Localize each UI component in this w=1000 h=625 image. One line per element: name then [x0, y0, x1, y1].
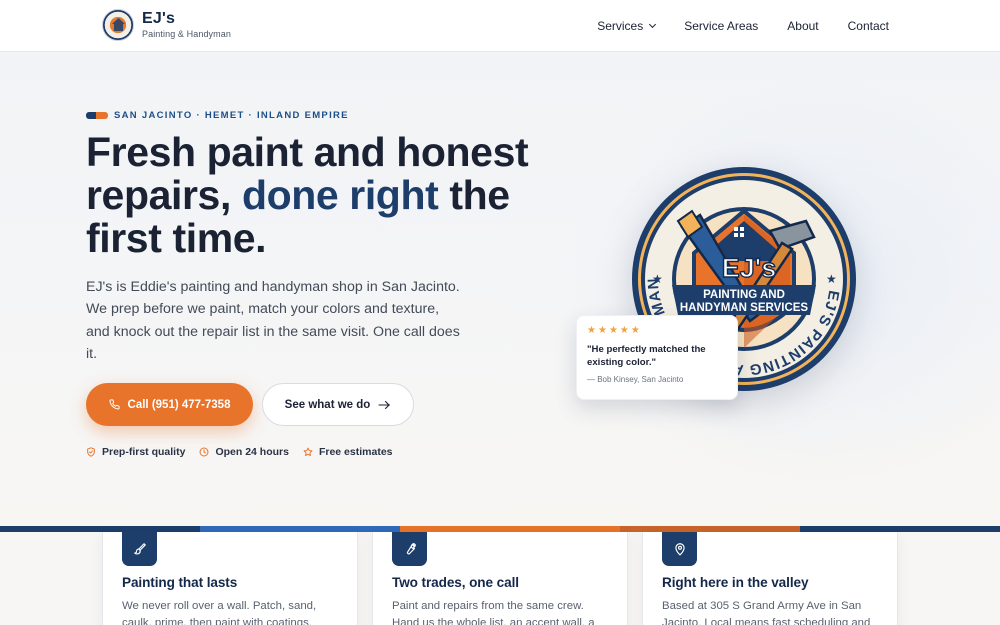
feature-card-painting: Painting that lasts We never roll over a…	[102, 532, 358, 625]
brand-name: EJ's	[142, 10, 176, 27]
feature-title: Right here in the valley	[662, 575, 809, 590]
emblem-banner-line1: PAINTING AND	[703, 289, 785, 301]
badge-hours: Open 24 hours	[199, 446, 289, 458]
feature-card-location: Right here in the valley Based at 305 S …	[642, 532, 898, 625]
emblem-initials: EJ's	[722, 253, 776, 283]
wrench-icon	[406, 543, 416, 555]
trust-badges: Prep-first quality Open 24 hours Free es…	[86, 446, 393, 458]
star-outline-icon	[303, 447, 313, 456]
hero-description: EJ's is Eddie's painting and handyman sh…	[86, 279, 460, 362]
emblem-banner-line2: HANDYMAN SERVICES	[680, 302, 809, 314]
site-header: EJ's Painting & Handyman Services Servic…	[0, 0, 1000, 52]
rating-stars: ★ ★ ★ ★ ★	[587, 326, 727, 336]
nav-about[interactable]: About	[787, 19, 818, 33]
feature-description: We never roll over a wall. Patch, sand, …	[122, 600, 317, 625]
nav-service-areas[interactable]: Service Areas	[684, 19, 758, 33]
star-icon: ★	[597, 325, 607, 336]
hero-headline: Fresh paint and honest repairs, done rig…	[86, 129, 529, 261]
shield-icon	[87, 447, 95, 457]
feature-description: Paint and repairs from the same crew. Ha…	[392, 600, 595, 625]
star-icon: ★	[619, 325, 629, 336]
map-pin-icon	[674, 543, 685, 556]
review-card: ★ ★ ★ ★ ★ "He perfectly matched the exis…	[576, 315, 738, 400]
hero-section: SAN JACINTO · HEMET · INLAND EMPIRE Fres…	[0, 52, 1000, 526]
star-icon: ★	[608, 325, 618, 336]
main-nav: Services Service Areas About Contact	[597, 0, 889, 52]
review-quote: "He perfectly matched the existing color…	[587, 344, 706, 368]
badge-estimates: Free estimates	[303, 446, 393, 458]
arrow-right-icon	[378, 400, 391, 409]
brand-tagline: Painting & Handyman	[142, 29, 231, 39]
paintbrush-icon	[133, 543, 146, 555]
nav-services[interactable]: Services	[597, 19, 657, 33]
feature-title: Two trades, one call	[392, 575, 519, 590]
star-icon: ★	[587, 325, 596, 336]
chevron-down-icon	[649, 20, 657, 29]
hero-eyebrow: SAN JACINTO · HEMET · INLAND EMPIRE	[86, 110, 349, 121]
brand-home-link[interactable]: EJ's Painting & Handyman	[102, 9, 231, 41]
phone-icon	[108, 399, 120, 410]
star-icon: ★	[630, 325, 640, 336]
badge-quality: Prep-first quality	[86, 446, 185, 458]
headline-accent: done right	[241, 172, 439, 218]
feature-card-trades: Two trades, one call Paint and repairs f…	[372, 532, 628, 625]
emblem-star-left: ★	[652, 272, 663, 286]
nav-contact[interactable]: Contact	[848, 19, 889, 33]
feature-description: Based at 305 S Grand Army Ave in San Jac…	[662, 600, 871, 625]
eyebrow-accent-bar	[86, 112, 108, 119]
call-button[interactable]: Call (951) 477-7358	[86, 383, 253, 426]
review-author: — Bob Kinsey, San Jacinto	[587, 375, 684, 384]
eyebrow-text: SAN JACINTO · HEMET · INLAND EMPIRE	[114, 110, 349, 121]
clock-icon	[199, 447, 209, 457]
feature-title: Painting that lasts	[122, 575, 238, 590]
brand-logo	[102, 9, 134, 41]
see-services-button[interactable]: See what we do	[262, 383, 414, 426]
emblem-star-right: ★	[826, 272, 837, 286]
